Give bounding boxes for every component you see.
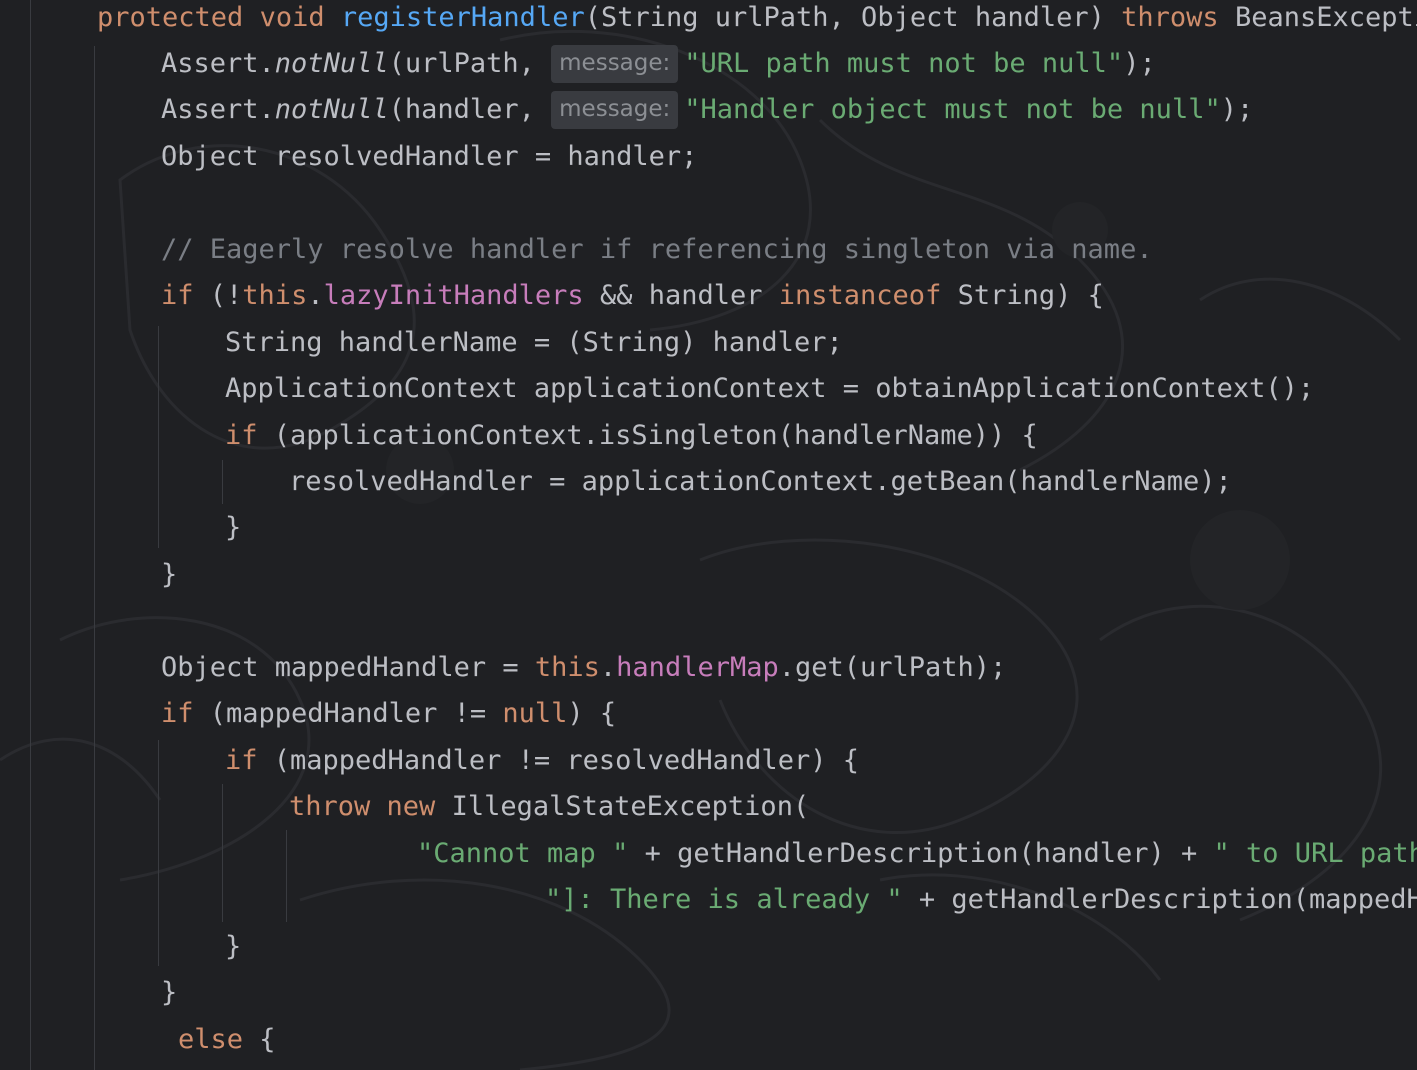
static-method-token: notNull bbox=[274, 48, 389, 79]
string-token: "]: There is already " bbox=[545, 884, 903, 915]
comment-token: // Eagerly resolve handler if referencin… bbox=[161, 234, 1153, 265]
code-line[interactable]: Object mappedHandler = this.handlerMap.g… bbox=[0, 645, 1417, 691]
keyword-token: this bbox=[534, 652, 600, 683]
code-line[interactable]: Assert.notNull(urlPath, message: "URL pat… bbox=[0, 41, 1417, 87]
string-token: "URL path must not be null" bbox=[684, 48, 1124, 79]
keyword-token: instanceof bbox=[778, 280, 942, 311]
keyword-token: if bbox=[225, 745, 258, 776]
code-line[interactable]: } bbox=[0, 924, 1417, 970]
code-line[interactable]: if (!this.lazyInitHandlers && handler in… bbox=[0, 273, 1417, 319]
code-line[interactable]: String handlerName = (String) handler; bbox=[0, 320, 1417, 366]
string-token: "Cannot map " bbox=[417, 838, 629, 869]
keyword-token: new bbox=[386, 791, 436, 822]
string-token: "Handler object must not be null" bbox=[684, 94, 1221, 125]
method-name-token: registerHandler bbox=[340, 2, 585, 33]
code-line[interactable]: } bbox=[0, 970, 1417, 1016]
code-line[interactable]: } bbox=[0, 552, 1417, 598]
code-line[interactable]: Assert.notNull(handler, message: "Handler… bbox=[0, 87, 1417, 133]
string-token: " to URL path bbox=[1213, 838, 1417, 869]
code-line[interactable]: protected void registerHandler(String ur… bbox=[0, 0, 1417, 41]
keyword-token: throws bbox=[1121, 2, 1219, 33]
code-line[interactable]: else { bbox=[0, 1017, 1417, 1063]
parameter-hint: message: bbox=[551, 91, 679, 129]
code-line[interactable]: } bbox=[0, 505, 1417, 551]
keyword-token: if bbox=[225, 420, 258, 451]
field-token: handlerMap bbox=[616, 652, 779, 683]
keyword-token: void bbox=[259, 2, 325, 33]
code-editor[interactable]: protected void registerHandler(String ur… bbox=[0, 0, 1417, 1070]
code-line[interactable]: resolvedHandler = applicationContext.get… bbox=[0, 459, 1417, 505]
field-token: lazyInitHandlers bbox=[323, 280, 584, 311]
keyword-token: if bbox=[161, 280, 194, 311]
keyword-token: if bbox=[161, 698, 194, 729]
code-line[interactable]: if (applicationContext.isSingleton(handl… bbox=[0, 413, 1417, 459]
code-line[interactable]: // Eagerly resolve handler if referencin… bbox=[0, 227, 1417, 273]
code-line[interactable]: "]: There is already " + getHandlerDescr… bbox=[0, 877, 1417, 923]
code-line[interactable]: ApplicationContext applicationContext = … bbox=[0, 366, 1417, 412]
keyword-token: null bbox=[502, 698, 568, 729]
code-line[interactable]: "Cannot map " + getHandlerDescription(ha… bbox=[0, 831, 1417, 877]
code-line[interactable]: throw new IllegalStateException( bbox=[0, 784, 1417, 830]
keyword-token: this bbox=[242, 280, 308, 311]
code-line[interactable]: if (mappedHandler != resolvedHandler) { bbox=[0, 738, 1417, 784]
parameter-hint: message: bbox=[551, 45, 679, 83]
keyword-token: protected bbox=[97, 2, 244, 33]
keyword-token: else bbox=[178, 1024, 244, 1055]
code-line[interactable]: Object resolvedHandler = handler; bbox=[0, 134, 1417, 180]
keyword-token: throw bbox=[289, 791, 371, 822]
code-line[interactable]: if (mappedHandler != null) { bbox=[0, 691, 1417, 737]
static-method-token: notNull bbox=[274, 94, 389, 125]
